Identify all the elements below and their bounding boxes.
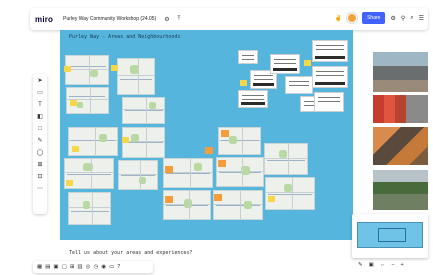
collaborate-icon[interactable]: ⚲ bbox=[401, 15, 405, 22]
note-card[interactable] bbox=[270, 54, 300, 74]
note-card[interactable] bbox=[312, 40, 348, 62]
site-photo[interactable] bbox=[373, 52, 428, 92]
fit-screen-icon[interactable]: ⇔ bbox=[380, 262, 386, 268]
sticky-note[interactable] bbox=[64, 66, 71, 72]
sticky-note-orange[interactable] bbox=[218, 160, 226, 167]
settings-icon[interactable]: ⚙ bbox=[164, 16, 169, 23]
map-card[interactable] bbox=[68, 192, 111, 225]
minimap-viewport[interactable] bbox=[357, 222, 423, 248]
map-card[interactable] bbox=[122, 97, 165, 124]
workshop-prompt: Tell us about your areas and experiences… bbox=[69, 250, 193, 256]
menu-icon[interactable]: ☰ bbox=[419, 15, 424, 22]
zoom-out-icon[interactable]: − bbox=[391, 262, 394, 268]
text-icon[interactable]: T bbox=[38, 102, 42, 109]
avatar[interactable] bbox=[347, 13, 358, 23]
frame-title: Purley Way - Areas and Neighbourhoods bbox=[69, 34, 181, 40]
sticky-note-orange[interactable] bbox=[205, 147, 213, 154]
map-card[interactable] bbox=[265, 177, 315, 210]
search-icon[interactable]: ⌕ bbox=[410, 15, 413, 22]
upload-icon[interactable]: ⊡ bbox=[37, 174, 42, 181]
sticky-note[interactable] bbox=[111, 65, 118, 71]
pen-icon[interactable]: ✎ bbox=[37, 138, 42, 145]
sticky-note[interactable] bbox=[240, 80, 247, 86]
sticky-note-orange[interactable] bbox=[165, 166, 173, 173]
reactions-icon[interactable]: ✌ bbox=[335, 15, 342, 22]
more-icon[interactable]: ⋯ bbox=[37, 186, 43, 193]
chart-icon[interactable]: ▤ bbox=[45, 264, 50, 270]
screenshare-icon[interactable]: ▭ bbox=[109, 264, 114, 270]
left-toolbar: ➤ ▭ T ◧ □ ✎ ◯ ⊞ ⊡ ⋯ bbox=[33, 74, 47, 214]
frame-icon[interactable]: ▭ bbox=[37, 90, 43, 97]
voting-icon[interactable]: ◎ bbox=[86, 264, 91, 270]
note-card[interactable] bbox=[285, 76, 313, 94]
timer-icon[interactable]: ◷ bbox=[93, 264, 98, 270]
table-icon[interactable]: ⊞ bbox=[70, 264, 75, 270]
sticky-note-icon[interactable]: ◧ bbox=[37, 114, 43, 121]
sticky-note-orange[interactable] bbox=[214, 194, 222, 201]
note-card[interactable] bbox=[238, 90, 268, 108]
video-icon[interactable]: ◉ bbox=[101, 264, 106, 270]
map-card[interactable] bbox=[163, 190, 211, 220]
pen-icon[interactable]: ✎ bbox=[358, 262, 363, 268]
minimap-toggle-icon[interactable]: ▣ bbox=[369, 262, 374, 268]
miro-logo[interactable]: miro bbox=[35, 15, 53, 24]
board-title[interactable]: Purley Way Community Workshop (24.05) bbox=[63, 16, 156, 22]
site-photo[interactable] bbox=[373, 95, 428, 123]
board-icon[interactable]: ▥ bbox=[77, 264, 82, 270]
bottom-toolbar: ▦ ▤ ▣ ▢ ⊞ ▥ ◎ ◷ ◉ ▭ ? bbox=[33, 261, 153, 273]
sticky-note[interactable] bbox=[70, 100, 77, 106]
minimap[interactable] bbox=[352, 214, 428, 258]
timer-icon[interactable]: ⚙ bbox=[390, 15, 395, 22]
sticky-note[interactable] bbox=[304, 60, 311, 66]
sticky-note-orange[interactable] bbox=[221, 130, 229, 137]
site-photo[interactable] bbox=[373, 127, 428, 165]
comment-icon[interactable]: ▢ bbox=[62, 264, 67, 270]
sticky-note[interactable] bbox=[122, 137, 129, 143]
zoom-controls: ✎ ▣ ⇔ − + bbox=[352, 259, 428, 271]
note-card[interactable] bbox=[312, 66, 348, 88]
sticky-note[interactable] bbox=[72, 146, 79, 152]
note-card[interactable] bbox=[314, 92, 344, 112]
site-photo[interactable] bbox=[373, 170, 428, 210]
help-icon[interactable]: ? bbox=[117, 264, 120, 270]
map-card[interactable] bbox=[264, 143, 308, 175]
zoom-in-icon[interactable]: + bbox=[401, 262, 404, 268]
map-card[interactable] bbox=[163, 158, 213, 188]
map-card[interactable] bbox=[65, 55, 109, 85]
sticky-note[interactable] bbox=[66, 180, 73, 186]
top-right-tools: ✌ Share ⚙ ⚲ ⌕ ☰ bbox=[335, 12, 424, 24]
cursor-icon[interactable]: ➤ bbox=[37, 78, 42, 85]
share-button[interactable]: Share bbox=[362, 12, 386, 24]
map-card[interactable] bbox=[118, 160, 158, 190]
map-card[interactable] bbox=[117, 58, 155, 95]
top-bar: miro Purley Way Community Workshop (24.0… bbox=[30, 8, 428, 30]
comment-icon[interactable]: ◯ bbox=[37, 150, 44, 157]
minimap-frame bbox=[378, 228, 406, 242]
present-icon[interactable]: ▣ bbox=[53, 264, 58, 270]
sticky-note[interactable] bbox=[268, 196, 275, 202]
crop-icon[interactable]: ⊞ bbox=[37, 162, 42, 169]
sticky-note-orange[interactable] bbox=[165, 196, 173, 203]
export-icon[interactable]: ⤒ bbox=[178, 16, 181, 23]
note-card[interactable] bbox=[238, 50, 258, 64]
shape-icon[interactable]: □ bbox=[38, 126, 42, 133]
grid-icon[interactable]: ▦ bbox=[37, 264, 42, 270]
